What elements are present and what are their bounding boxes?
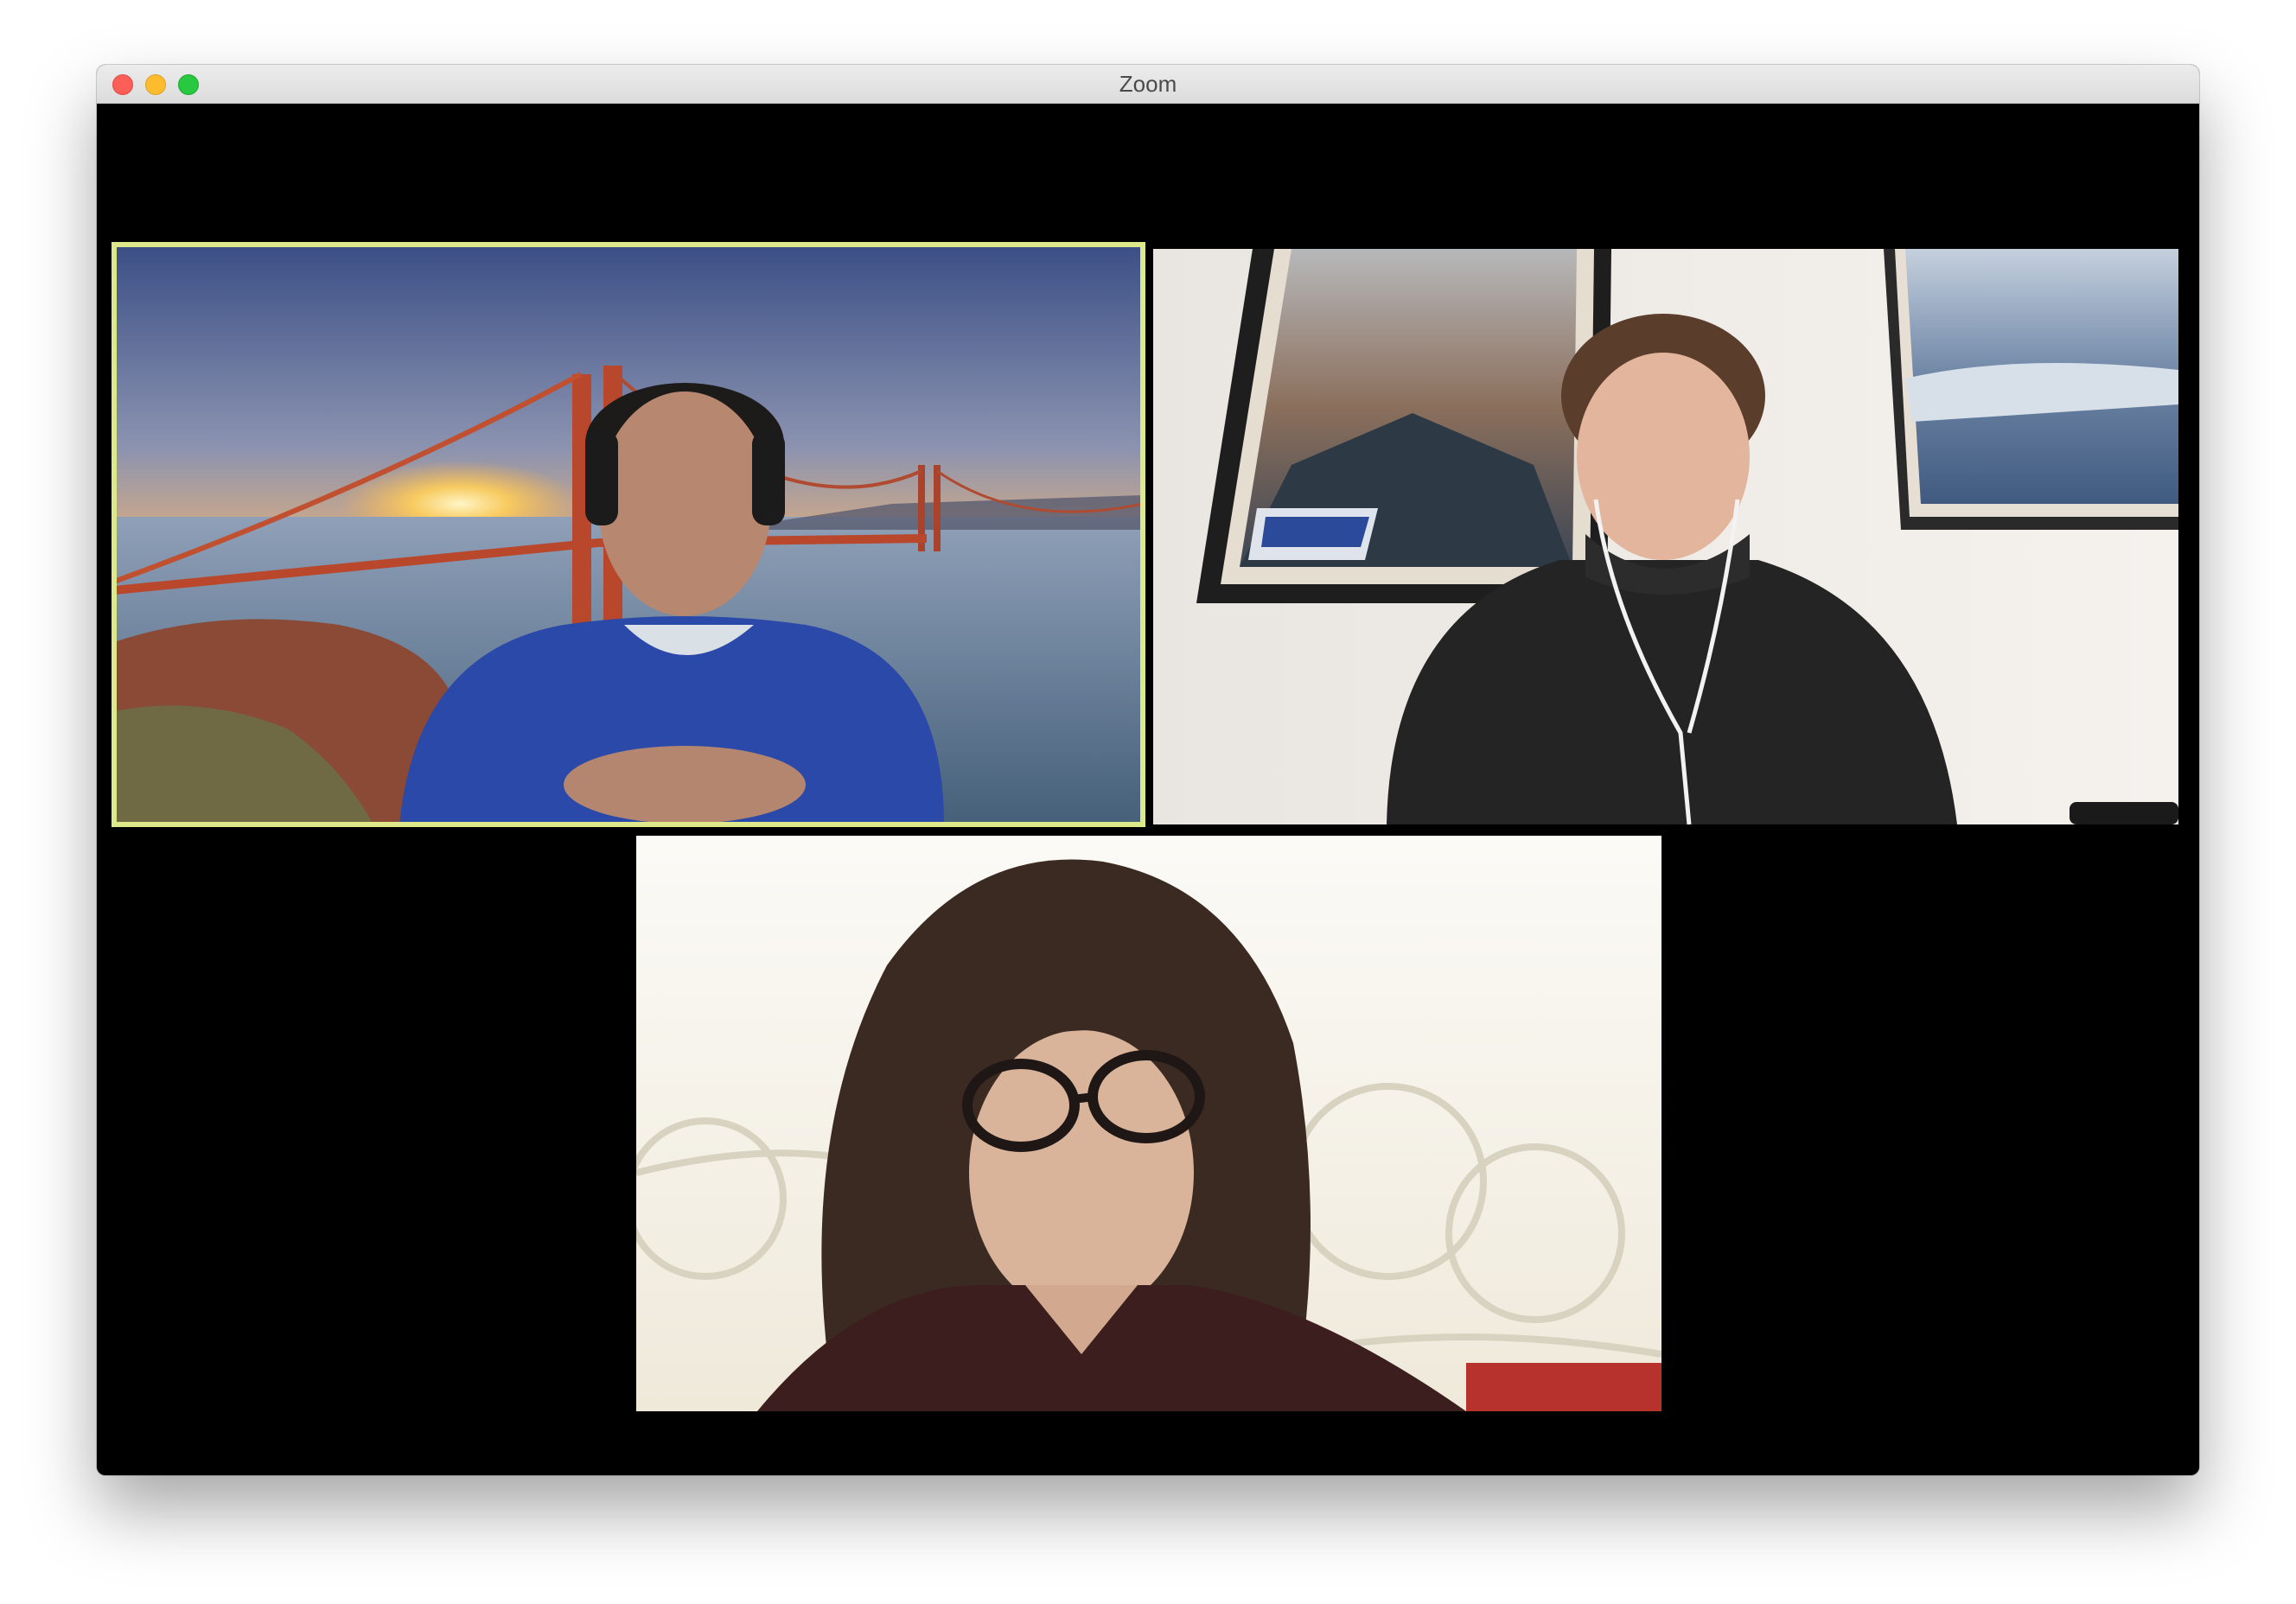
participant-video-feed — [636, 836, 1661, 1411]
window-title: Zoom — [1119, 71, 1177, 97]
participant-video-feed — [114, 245, 1143, 824]
gallery-view — [97, 104, 2199, 1475]
title-bar[interactable]: Zoom — [97, 65, 2199, 104]
participant-video-tile[interactable] — [1153, 249, 2178, 824]
participant-video-tile[interactable] — [636, 836, 1661, 1411]
zoom-window: Zoom — [97, 65, 2199, 1475]
participant-video-feed — [1153, 249, 2178, 824]
participant-video-tile-active-speaker[interactable] — [112, 242, 1145, 827]
